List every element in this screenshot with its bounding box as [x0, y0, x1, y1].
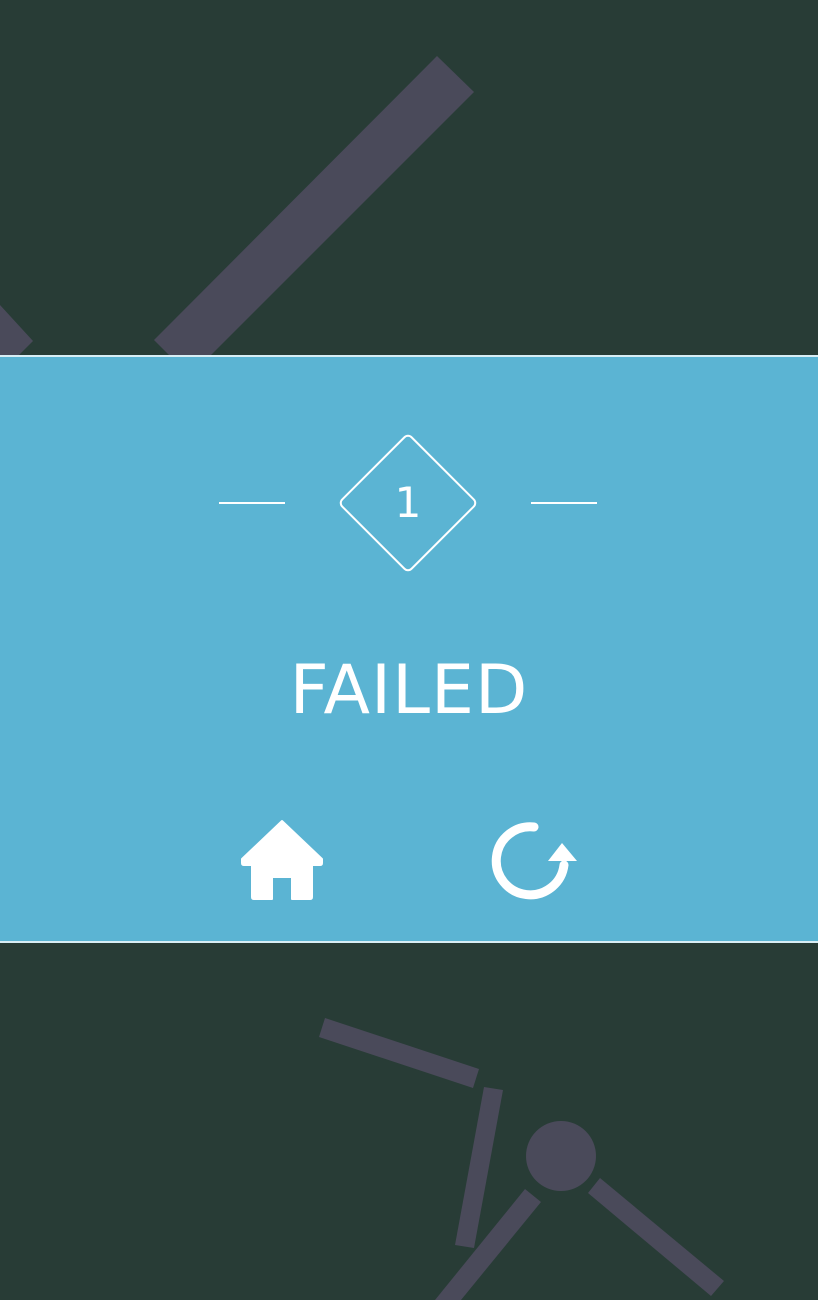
ragdoll-head: [526, 1121, 596, 1191]
obstacle-beam-top: [154, 56, 474, 376]
level-number: 1: [394, 478, 422, 527]
result-status-text: FAILED: [289, 651, 529, 730]
home-button[interactable]: [236, 815, 328, 907]
decorative-line-left: [219, 502, 285, 504]
ragdoll-arm-upper: [319, 1018, 479, 1088]
ragdoll-figure: [319, 1018, 724, 1300]
decorative-line-right: [531, 502, 597, 504]
game-screen: 1 FAILED: [0, 0, 818, 1300]
ragdoll-leg-right: [588, 1178, 724, 1296]
home-icon: [241, 820, 323, 900]
ragdoll-leg-left: [435, 1189, 541, 1300]
restart-icon: [491, 822, 577, 900]
ragdoll-body: [455, 1087, 503, 1248]
restart-button[interactable]: [486, 815, 578, 907]
result-panel: 1 FAILED: [0, 355, 818, 943]
